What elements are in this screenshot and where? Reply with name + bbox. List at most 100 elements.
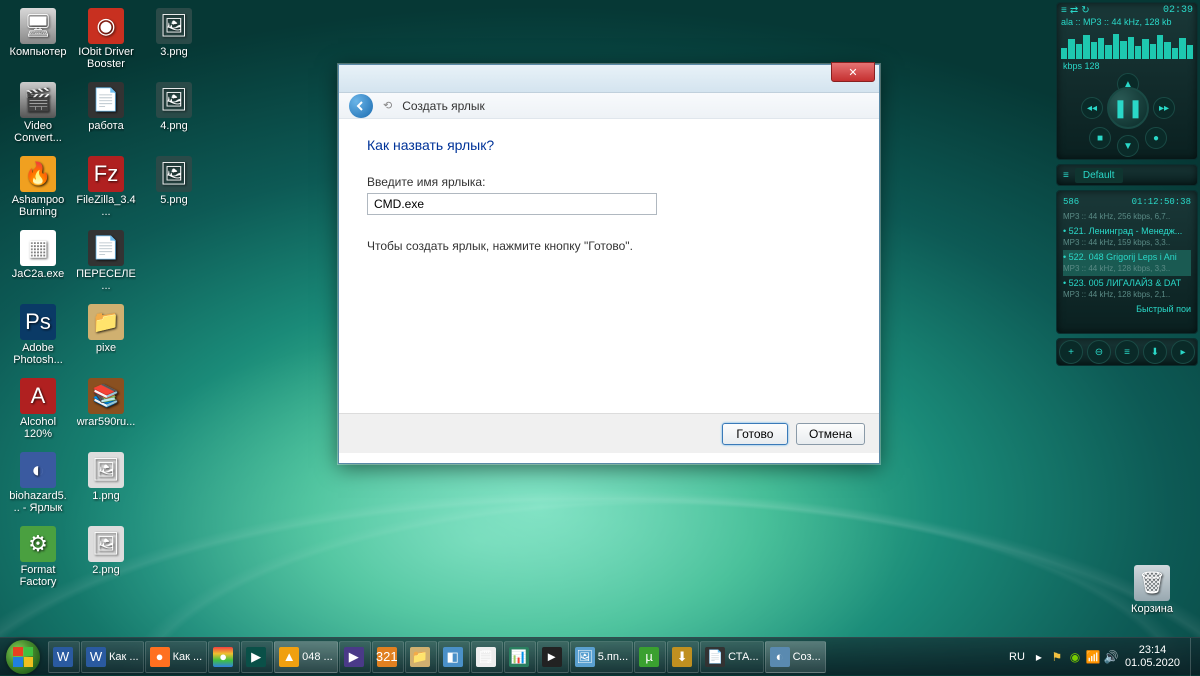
taskbar-item[interactable]: ▶ [339, 641, 371, 673]
playlist-more-button[interactable]: ▸ [1171, 340, 1195, 364]
desktop-icon-label: Adobe Photosh... [8, 342, 68, 366]
desktop-icon[interactable]: 🎬Video Convert... [8, 82, 68, 144]
dialog-titlebar[interactable]: ✕ [339, 65, 879, 93]
taskbar-item[interactable]: ⬇ [667, 641, 699, 673]
taskbar-item[interactable]: µ [634, 641, 666, 673]
desktop-icon[interactable]: ▦JaC2a.exe [8, 230, 68, 280]
desktop-icon-label: ПЕРЕСЕЛЕ... [76, 268, 136, 292]
player-shuffle-icon[interactable]: ⇄ [1070, 5, 1078, 16]
preset-menu-icon[interactable]: ≡ [1063, 170, 1069, 181]
playlist-add-button[interactable]: + [1059, 340, 1083, 364]
taskbar-item[interactable]: ▲048 ... [274, 641, 338, 673]
player-time: 02:39 [1163, 5, 1193, 16]
desktop-icon-label: IObit Driver Booster [76, 46, 136, 70]
player-main-panel: ≡ ⇄ ↻ 02:39 ala :: MP3 :: 44 kHz, 128 kb… [1056, 2, 1198, 160]
taskbar-clock[interactable]: 23:14 01.05.2020 [1121, 644, 1184, 670]
finish-button[interactable]: Готово [722, 423, 788, 445]
playlist-panel: 586 01:12:50:38 MP3 :: 44 kHz, 256 kbps,… [1056, 190, 1198, 334]
taskbar-item[interactable]: ● [208, 641, 240, 673]
desktop-icon-label: JaC2a.exe [12, 268, 65, 280]
desktop-icon[interactable]: 🖼1.png [76, 452, 136, 502]
taskbar-item[interactable]: 📁 [405, 641, 437, 673]
desktop-icon[interactable]: ◐biohazard5... - Ярлык [8, 452, 68, 514]
desktop-icon-label: Ashampoo Burning Stu... [8, 194, 68, 218]
playlist-item[interactable]: • 521. Ленинград - Менедж...MP3 :: 44 kH… [1063, 224, 1191, 250]
desktop-icon-label: Alcohol 120% [8, 416, 68, 440]
desktop-icon[interactable]: 📚wrar590ru... [76, 378, 136, 428]
playlist-item[interactable]: • 523. 005 ЛИГАЛАЙЗ & DATMP3 :: 44 kHz, … [1063, 276, 1191, 302]
desktop-icon-label: Format Factory [8, 564, 68, 588]
desktop-icon[interactable]: ◉IObit Driver Booster [76, 8, 136, 70]
desktop-icon[interactable]: 📄ПЕРЕСЕЛЕ... [76, 230, 136, 292]
system-tray: RU ▸ ⚑ ◉ 📶 🔊 23:14 01.05.2020 [999, 644, 1190, 670]
player-preset-panel: ≡ Default [1056, 164, 1198, 186]
prev-track-button[interactable]: ◂◂ [1081, 97, 1103, 119]
player-repeat-icon[interactable]: ↻ [1081, 5, 1089, 16]
desktop-icon-label: biohazard5... - Ярлык [8, 490, 68, 514]
tray-action-center-icon[interactable]: ⚑ [1049, 649, 1065, 665]
taskbar-item[interactable]: 📄СТА... [700, 641, 763, 673]
player-menu-icon[interactable]: ≡ [1061, 5, 1067, 16]
playlist-search-label[interactable]: Быстрый пои [1063, 302, 1191, 314]
playlist-sort-button[interactable]: ≡ [1115, 340, 1139, 364]
show-desktop-button[interactable] [1190, 638, 1200, 676]
taskbar-tasks: WWКак ...●Как ...●▶▲048 ...▶321📁◧🗒📊►🖼5.п… [46, 638, 999, 675]
desktop-icon[interactable]: 🖥Компьютер [8, 8, 68, 58]
next-track-button[interactable]: ▸▸ [1153, 97, 1175, 119]
taskbar-item[interactable]: ► [537, 641, 569, 673]
desktop-icon[interactable]: ⚙Format Factory [8, 526, 68, 588]
recycle-bin-label: Корзина [1131, 603, 1173, 615]
volume-down-icon[interactable]: ▼ [1117, 135, 1139, 157]
taskbar-item[interactable]: ◧ [438, 641, 470, 673]
taskbar-item[interactable]: 🖼5.пn... [570, 641, 633, 673]
taskbar-item[interactable]: 321 [372, 641, 404, 673]
dialog-footer: Готово Отмена [339, 413, 879, 453]
tray-nvidia-icon[interactable]: ◉ [1067, 649, 1083, 665]
close-button[interactable]: ✕ [831, 62, 875, 82]
desktop-icon[interactable]: FzFileZilla_3.4... [76, 156, 136, 218]
dialog-header-title: Создать ярлык [402, 99, 485, 113]
desktop-icon-label: 1.png [92, 490, 120, 502]
recycle-bin[interactable]: 🗑 Корзина [1122, 565, 1182, 615]
taskbar-item[interactable]: W [48, 641, 80, 673]
desktop-icon-label: 4.png [160, 120, 188, 132]
desktop-icon[interactable]: 🖼3.png [144, 8, 204, 58]
preset-tab[interactable]: Default [1075, 168, 1123, 183]
playlist-item[interactable]: • 522. 048 Grigorij Leps i AniMP3 :: 44 … [1063, 250, 1191, 276]
taskbar: WWКак ...●Как ...●▶▲048 ...▶321📁◧🗒📊►🖼5.п… [0, 637, 1200, 675]
taskbar-item[interactable]: ◐Соз... [765, 641, 826, 673]
desktop-icon[interactable]: PsAdobe Photosh... [8, 304, 68, 366]
desktop-icon-label: 2.png [92, 564, 120, 576]
stop-button[interactable]: ■ [1089, 127, 1111, 149]
shortcut-name-input[interactable] [367, 193, 657, 215]
start-button[interactable] [0, 638, 46, 676]
desktop-icon-label: 5.png [160, 194, 188, 206]
taskbar-item[interactable]: 📊 [504, 641, 536, 673]
desktop-icon[interactable]: 📄работа [76, 82, 136, 132]
desktop-icon-label: pixe [96, 342, 116, 354]
tray-flag-icon[interactable]: ▸ [1031, 649, 1047, 665]
desktop-icon[interactable]: AAlcohol 120% [8, 378, 68, 440]
playlist-remove-button[interactable]: ⊖ [1087, 340, 1111, 364]
desktop-icon[interactable]: 📁pixe [76, 304, 136, 354]
desktop-icon[interactable]: 🖼2.png [76, 526, 136, 576]
play-pause-button[interactable]: ❚❚ [1107, 87, 1149, 129]
back-button[interactable] [349, 94, 373, 118]
tray-network-icon[interactable]: 📶 [1085, 649, 1101, 665]
dialog-info-text: Чтобы создать ярлык, нажмите кнопку "Гот… [367, 239, 851, 253]
taskbar-item[interactable]: ●Как ... [145, 641, 208, 673]
desktop-icon-label: Video Convert... [8, 120, 68, 144]
taskbar-item[interactable]: ▶ [241, 641, 273, 673]
record-button[interactable]: ● [1145, 127, 1167, 149]
desktop-icon[interactable]: 🖼4.png [144, 82, 204, 132]
playlist-save-button[interactable]: ⬇ [1143, 340, 1167, 364]
desktop-icon[interactable]: 🔥Ashampoo Burning Stu... [8, 156, 68, 218]
cancel-button[interactable]: Отмена [796, 423, 865, 445]
desktop-icon[interactable]: 🖼5.png [144, 156, 204, 206]
language-indicator[interactable]: RU [1005, 651, 1029, 663]
tray-volume-icon[interactable]: 🔊 [1103, 649, 1119, 665]
taskbar-item[interactable]: 🗒 [471, 641, 503, 673]
desktop-icon-label: 3.png [160, 46, 188, 58]
taskbar-item[interactable]: WКак ... [81, 641, 144, 673]
playlist-item[interactable]: MP3 :: 44 kHz, 256 kbps, 6,7.. [1063, 209, 1191, 224]
